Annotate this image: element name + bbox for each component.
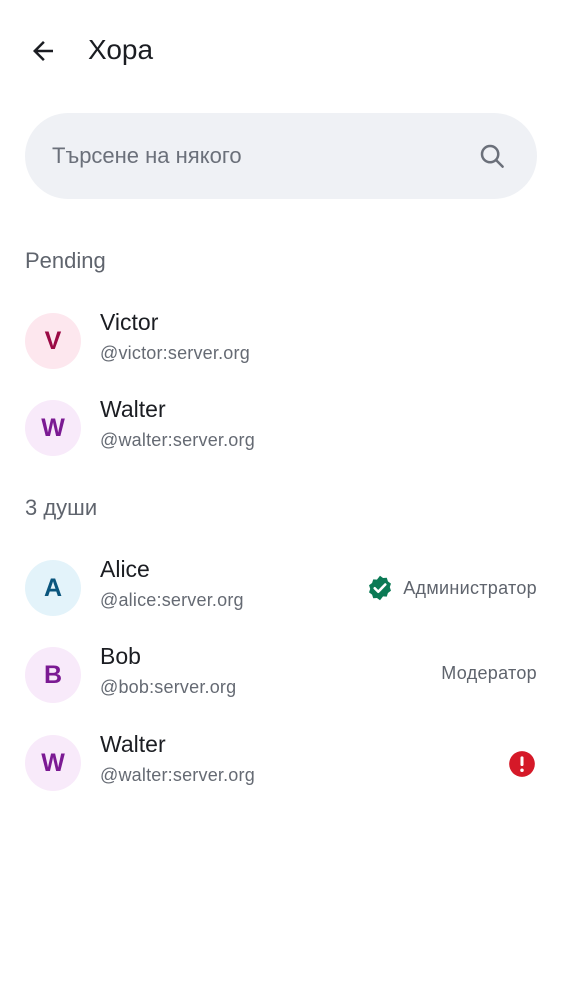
avatar: V xyxy=(25,313,81,369)
avatar: B xyxy=(25,647,81,703)
top-app-bar: Хора xyxy=(0,0,562,100)
member-handle: @walter:server.org xyxy=(100,430,255,450)
member-name: Victor xyxy=(100,309,159,335)
role-label: Администратор xyxy=(403,578,537,598)
member-handle: @victor:server.org xyxy=(100,343,250,363)
member-handle: @walter:server.org xyxy=(100,765,255,785)
member-row[interactable]: B Bob @bob:server.org Модератор xyxy=(0,635,562,715)
avatar: W xyxy=(25,400,81,456)
back-button[interactable] xyxy=(22,30,64,72)
role-label: Модератор xyxy=(441,663,537,683)
search-bar[interactable] xyxy=(25,113,537,199)
member-row[interactable]: A Alice @alice:server.org Администратор xyxy=(0,548,562,628)
role-badge: Модератор xyxy=(441,661,537,685)
avatar: W xyxy=(25,735,81,791)
member-handle: @alice:server.org xyxy=(100,590,244,610)
pending-member-row[interactable]: W Walter @walter:server.org xyxy=(0,388,562,468)
page-title: Хора xyxy=(88,34,154,65)
role-badge: Администратор xyxy=(366,574,537,602)
member-name: Alice xyxy=(100,556,150,582)
member-name: Walter xyxy=(100,731,166,757)
error-icon xyxy=(508,750,536,778)
pending-section-header: Pending xyxy=(25,248,106,273)
members-section-header: 3 души xyxy=(25,495,98,520)
verified-badge-icon xyxy=(366,574,394,602)
avatar: A xyxy=(25,560,81,616)
member-row[interactable]: W Walter @walter:server.org xyxy=(0,723,562,803)
search-input[interactable] xyxy=(50,142,475,170)
member-handle: @bob:server.org xyxy=(100,677,237,697)
arrow-back-icon xyxy=(33,41,53,61)
pending-member-row[interactable]: V Victor @victor:server.org xyxy=(0,301,562,381)
member-name: Walter xyxy=(100,396,166,422)
search-icon[interactable] xyxy=(475,139,509,173)
member-name: Bob xyxy=(100,643,141,669)
